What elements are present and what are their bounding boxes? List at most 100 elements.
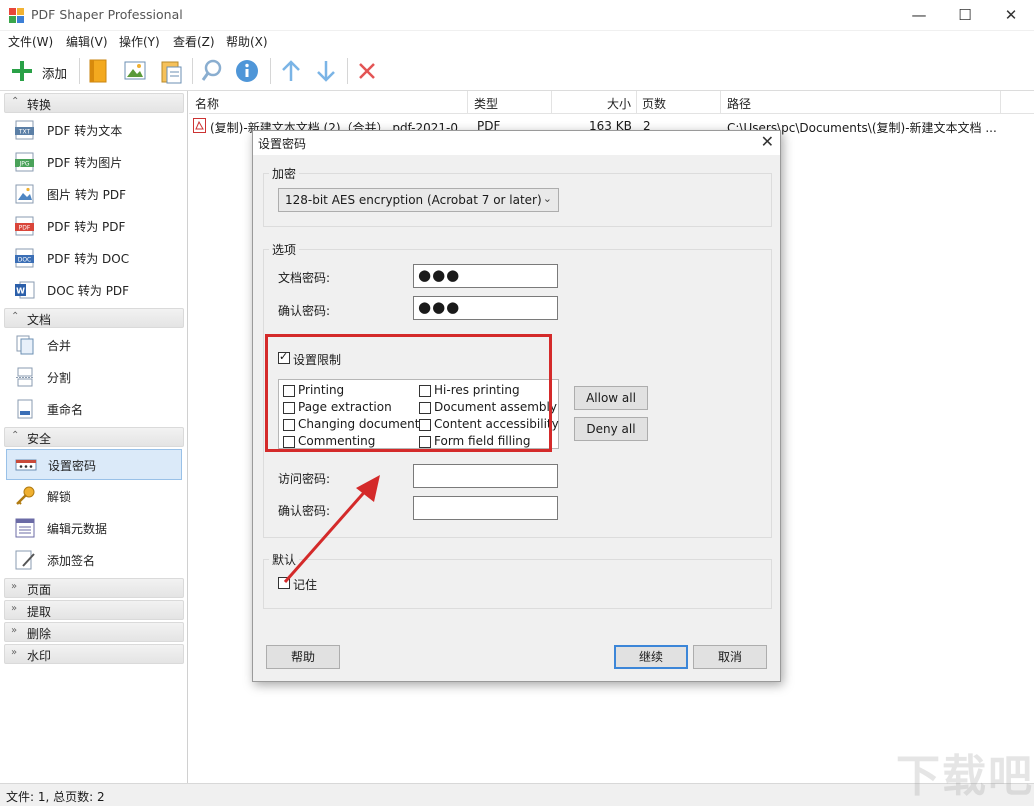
column-size[interactable]: 大小 xyxy=(607,95,631,112)
move-down-icon[interactable] xyxy=(314,58,338,84)
sidebar-item-pdf-to-pdf[interactable]: PDF PDF 转为 PDF xyxy=(6,211,182,241)
doc-password-label: 文档密码: xyxy=(278,271,331,285)
column-separator[interactable] xyxy=(467,91,468,113)
sidebar-group-label: 页面 xyxy=(27,583,52,597)
sidebar-item-rename[interactable]: 重命名 xyxy=(6,394,182,424)
dialog-title-bar: 设置密码 ✕ xyxy=(253,131,780,155)
permission-page-extraction-checkbox[interactable] xyxy=(283,402,295,414)
close-window-button[interactable]: ✕ xyxy=(988,0,1034,31)
sidebar-group-extract[interactable]: » 提取 xyxy=(4,600,184,620)
add-icon[interactable] xyxy=(10,58,34,84)
dialog-close-button[interactable]: ✕ xyxy=(761,132,774,151)
toolbar-separator xyxy=(270,58,271,84)
toolbar-separator xyxy=(347,58,348,84)
sidebar-group-security[interactable]: ⌃ 安全 xyxy=(4,427,184,447)
permission-label[interactable]: Form field filling xyxy=(434,434,531,448)
permission-form-filling-checkbox[interactable] xyxy=(419,436,431,448)
column-separator[interactable] xyxy=(1000,91,1001,113)
svg-text:DOC: DOC xyxy=(18,257,32,264)
permission-label[interactable]: Document assembly xyxy=(434,400,557,414)
sidebar-item-pdf-to-doc[interactable]: DOC PDF 转为 DOC xyxy=(6,243,182,273)
permission-label[interactable]: Changing document xyxy=(298,417,419,431)
set-restrictions-label[interactable]: 设置限制 xyxy=(293,351,341,368)
column-path[interactable]: 路径 xyxy=(727,95,751,112)
column-separator[interactable] xyxy=(551,91,552,113)
deny-all-button[interactable]: Deny all xyxy=(574,417,648,441)
sidebar-item-pdf-to-text[interactable]: TXT PDF 转为文本 xyxy=(6,115,182,145)
permission-printing-checkbox[interactable] xyxy=(283,385,295,397)
doc-password-field[interactable]: ●●● xyxy=(413,264,558,288)
sidebar-item-pdf-to-image[interactable]: JPG PDF 转为图片 xyxy=(6,147,182,177)
menu-file[interactable]: 文件(W) xyxy=(8,33,53,50)
sidebar-item-label: DOC 转为 PDF xyxy=(47,284,130,298)
access-password-field[interactable] xyxy=(413,464,558,488)
image-icon[interactable] xyxy=(123,58,147,84)
permission-content-accessibility-checkbox[interactable] xyxy=(419,419,431,431)
permission-label[interactable]: Commenting xyxy=(298,434,375,448)
sidebar-item-edit-metadata[interactable]: 编辑元数据 xyxy=(6,513,182,543)
sidebar-item-set-password[interactable]: 设置密码 xyxy=(6,449,182,480)
help-button[interactable]: 帮助 xyxy=(266,645,340,669)
sidebar-item-split[interactable]: 分割 xyxy=(6,362,182,392)
sidebar-item-merge[interactable]: 合并 xyxy=(6,330,182,360)
permission-changing-document-checkbox[interactable] xyxy=(283,419,295,431)
sidebar-group-label: 提取 xyxy=(27,605,52,619)
confirm-password-field[interactable]: ●●● xyxy=(413,296,558,320)
add-button-label[interactable]: 添加 xyxy=(42,63,67,82)
bookmark-icon[interactable] xyxy=(87,58,109,84)
chevron-down-icon: ⌄ xyxy=(542,192,552,205)
sidebar-group-watermark[interactable]: » 水印 xyxy=(4,644,184,664)
svg-text:JPG: JPG xyxy=(18,161,29,168)
menu-edit[interactable]: 编辑(V) xyxy=(66,33,108,50)
permission-hires-printing-checkbox[interactable] xyxy=(419,385,431,397)
maximize-button[interactable]: ☐ xyxy=(942,0,988,31)
sidebar-group-convert[interactable]: ⌃ 转换 xyxy=(4,93,184,113)
permission-label[interactable]: Hi-res printing xyxy=(434,383,520,397)
menu-view[interactable]: 查看(Z) xyxy=(173,33,215,50)
permission-label[interactable]: Page extraction xyxy=(298,400,392,414)
column-type[interactable]: 类型 xyxy=(474,95,498,112)
access-confirm-field[interactable] xyxy=(413,496,558,520)
column-name[interactable]: 名称 xyxy=(195,95,219,112)
allow-all-button[interactable]: Allow all xyxy=(574,386,648,410)
sidebar-item-unlock[interactable]: 解锁 xyxy=(6,481,182,511)
set-restrictions-checkbox[interactable] xyxy=(278,350,290,364)
info-icon[interactable] xyxy=(235,58,259,84)
menu-action[interactable]: 操作(Y) xyxy=(119,33,160,50)
remember-checkbox[interactable] xyxy=(278,577,290,589)
sidebar-group-delete[interactable]: » 删除 xyxy=(4,622,184,642)
move-up-icon[interactable] xyxy=(279,58,303,84)
encryption-select[interactable]: 128-bit AES encryption (Acrobat 7 or lat… xyxy=(278,188,559,212)
remove-icon[interactable] xyxy=(356,58,378,84)
collapse-arrow-icon: ⌃ xyxy=(11,430,20,441)
column-pages[interactable]: 页数 xyxy=(642,95,666,112)
remember-label[interactable]: 记住 xyxy=(293,576,317,593)
sidebar-group-label: 转换 xyxy=(27,98,52,112)
permission-label[interactable]: Printing xyxy=(298,383,344,397)
permission-commenting-checkbox[interactable] xyxy=(283,436,295,448)
column-separator[interactable] xyxy=(720,91,721,113)
search-icon[interactable] xyxy=(200,58,224,84)
sidebar-item-add-signature[interactable]: 添加签名 xyxy=(6,545,182,575)
pdf-file-icon: PDF xyxy=(15,216,34,236)
permission-document-assembly-checkbox[interactable] xyxy=(419,402,431,414)
collapse-arrow-icon: ⌃ xyxy=(11,96,20,107)
sidebar-group-document[interactable]: ⌃ 文档 xyxy=(4,308,184,328)
toolbar-separator xyxy=(79,58,80,84)
cancel-button[interactable]: 取消 xyxy=(693,645,767,669)
access-password-label: 访问密码: xyxy=(278,472,331,486)
window-title: PDF Shaper Professional xyxy=(31,7,183,22)
clipboard-icon[interactable] xyxy=(159,58,183,84)
expand-arrow-icon: » xyxy=(11,581,18,592)
default-group-label: 默认 xyxy=(269,551,300,568)
sidebar-item-label: 分割 xyxy=(47,371,72,385)
sidebar-item-image-to-pdf[interactable]: 图片 转为 PDF xyxy=(6,179,182,209)
minimize-button[interactable]: — xyxy=(896,0,942,31)
column-separator[interactable] xyxy=(636,91,637,113)
sidebar-group-pages[interactable]: » 页面 xyxy=(4,578,184,598)
key-icon xyxy=(16,486,35,505)
menu-help[interactable]: 帮助(X) xyxy=(226,33,268,50)
sidebar-item-doc-to-pdf[interactable]: W DOC 转为 PDF xyxy=(6,275,182,305)
permission-label[interactable]: Content accessibility xyxy=(434,417,559,431)
continue-button[interactable]: 继续 xyxy=(614,645,688,669)
